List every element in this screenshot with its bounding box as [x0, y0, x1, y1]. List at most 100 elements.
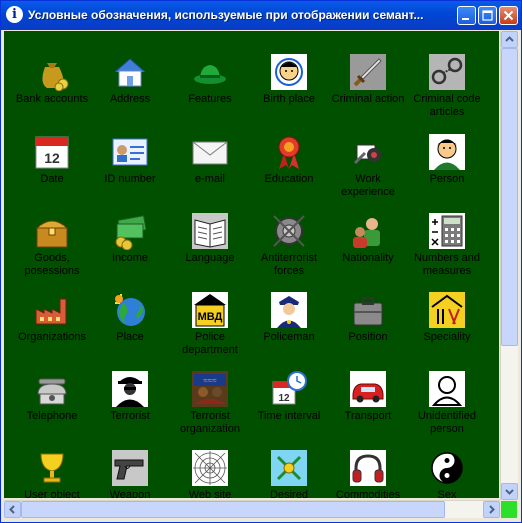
- svg-text:≈≈≈: ≈≈≈: [203, 376, 217, 385]
- legend-item-label: User object: [24, 489, 80, 498]
- legend-item-e-mail[interactable]: e-mail: [170, 133, 250, 186]
- hat-icon: [191, 53, 229, 91]
- legend-item-numbers-and-measures[interactable]: Numbers and measures: [407, 212, 487, 278]
- legend-item-unidentified-person[interactable]: Unidentified person: [407, 370, 487, 436]
- legend-item-label: Nationality: [342, 252, 394, 264]
- legend-item-label: Antiterrorist forces: [260, 252, 318, 277]
- legend-item-label: Organizations: [18, 331, 86, 343]
- person-face-icon: [428, 133, 466, 171]
- legend-item-policeman[interactable]: Policeman: [249, 291, 329, 344]
- unknown-person-icon: [428, 370, 466, 408]
- legend-item-commodities[interactable]: Commodities: [328, 449, 408, 498]
- legend-item-transport[interactable]: Transport: [328, 370, 408, 423]
- horizontal-scroll-thumb[interactable]: [21, 501, 445, 518]
- scroll-corner: [501, 501, 517, 518]
- scroll-down-button[interactable]: [501, 483, 518, 500]
- maximize-button[interactable]: [478, 6, 497, 25]
- legend-item-sex[interactable]: Sex: [407, 449, 487, 498]
- legend-item-label: Place: [116, 331, 144, 343]
- legend-item-person[interactable]: Person: [407, 133, 487, 186]
- id-card-icon: [111, 133, 149, 171]
- legend-item-label: Date: [40, 173, 64, 185]
- legend-item-position[interactable]: Position: [328, 291, 408, 344]
- legend-item-label: Unidentified person: [417, 410, 477, 435]
- svg-text:МВД: МВД: [198, 311, 223, 323]
- legend-item-label: Criminal code articles: [413, 93, 481, 118]
- terrorist-icon: [111, 370, 149, 408]
- legend-item-bank-accounts[interactable]: Bank accounts: [12, 53, 92, 106]
- legend-item-label: Position: [348, 331, 388, 343]
- legend-item-label: Education: [264, 173, 314, 185]
- legend-item-birth-place[interactable]: Birth place: [249, 53, 329, 106]
- chevron-right-icon: [489, 505, 495, 514]
- legend-item-criminal-action[interactable]: Criminal action: [328, 53, 408, 106]
- legend-item-language[interactable]: Language: [170, 212, 250, 265]
- legend-item-features[interactable]: Features: [170, 53, 250, 106]
- money-bag-icon: [33, 53, 71, 92]
- legend-item-organizations[interactable]: Organizations: [12, 291, 92, 344]
- chevron-left-icon: [9, 505, 15, 514]
- calendar-icon: 12: [33, 133, 71, 171]
- treasure-chest-icon: [33, 212, 71, 250]
- legend-item-desired[interactable]: Desired: [249, 449, 329, 498]
- legend-item-label: Terrorist organization: [180, 410, 240, 435]
- tools-icon: [349, 133, 387, 171]
- legend-grid: Bank accounts Address Features Birth place C…: [4, 31, 499, 498]
- legend-item-work-experience[interactable]: Work experience: [328, 133, 408, 199]
- legend-item-label: Policeman: [263, 331, 315, 343]
- legend-item-label: Speciality: [423, 331, 471, 343]
- vertical-scroll-thumb[interactable]: [501, 48, 518, 346]
- legend-item-terrorist[interactable]: Terrorist: [90, 370, 170, 423]
- minimize-icon: [462, 18, 469, 20]
- legend-item-nationality[interactable]: Nationality: [328, 212, 408, 265]
- legend-item-weapon[interactable]: Weapon: [90, 449, 170, 498]
- scroll-up-button[interactable]: [501, 31, 518, 48]
- legend-item-telephone[interactable]: Telephone: [12, 370, 92, 423]
- legend-item-education[interactable]: Education: [249, 133, 329, 186]
- legend-item-label: Features: [188, 93, 232, 105]
- legend-item-police-department[interactable]: МВД Police department: [170, 291, 250, 357]
- legend-item-time-interval[interactable]: 12 Time interval: [249, 370, 329, 423]
- window-title: Условные обозначения, используемые при о…: [28, 8, 424, 22]
- envelope-icon: [191, 133, 229, 171]
- legend-item-label: Weapon: [109, 489, 151, 498]
- legend-item-user-object[interactable]: User object: [12, 449, 92, 498]
- legend-item-address[interactable]: Address: [90, 53, 170, 106]
- legend-item-label: ID number: [104, 173, 156, 185]
- title-bar[interactable]: i Условные обозначения, используемые при…: [1, 1, 521, 30]
- legend-item-criminal-code-articles[interactable]: Criminal code articles: [407, 53, 487, 119]
- cup-icon: [33, 449, 71, 487]
- briefcase-icon: [349, 291, 387, 329]
- sword-icon: [349, 53, 387, 91]
- legend-item-date[interactable]: 12 Date: [12, 133, 92, 186]
- legend-item-label: Numbers and measures: [413, 252, 481, 277]
- legend-item-label: Telephone: [26, 410, 78, 422]
- legend-item-place[interactable]: Place: [90, 291, 170, 344]
- baby-face-icon: [270, 53, 308, 91]
- chevron-up-icon: [505, 36, 514, 42]
- factory-icon: [33, 291, 71, 329]
- legend-item-antiterrorist-forces[interactable]: Antiterrorist forces: [249, 212, 329, 278]
- horizontal-scrollbar[interactable]: [4, 500, 500, 518]
- legend-window: i Условные обозначения, используемые при…: [0, 0, 522, 523]
- pistol-icon: [111, 449, 149, 487]
- legend-item-terrorist-organization[interactable]: ≈≈≈ Terrorist organization: [170, 370, 250, 436]
- legend-item-web-site[interactable]: Web site: [170, 449, 250, 498]
- medal-icon: [270, 133, 308, 171]
- info-icon[interactable]: i: [6, 6, 23, 23]
- legend-item-speciality[interactable]: Speciality: [407, 291, 487, 344]
- terrorist-group-icon: ≈≈≈: [191, 370, 229, 408]
- scroll-left-button[interactable]: [4, 501, 21, 518]
- legend-item-income[interactable]: Income: [90, 212, 170, 265]
- close-button[interactable]: [499, 6, 518, 25]
- scroll-right-button[interactable]: [483, 501, 500, 518]
- legend-item-label: Person: [429, 173, 465, 185]
- telephone-icon: [33, 370, 71, 408]
- vertical-scrollbar[interactable]: [500, 31, 518, 500]
- legend-item-goods-posessions[interactable]: Goods, posessions: [12, 212, 92, 278]
- minimize-button[interactable]: [457, 6, 476, 25]
- yin-yang-icon: [428, 449, 466, 487]
- legend-item-id-number[interactable]: ID number: [90, 133, 170, 186]
- handcuffs-icon: [428, 53, 466, 91]
- legend-item-label: Income: [111, 252, 149, 264]
